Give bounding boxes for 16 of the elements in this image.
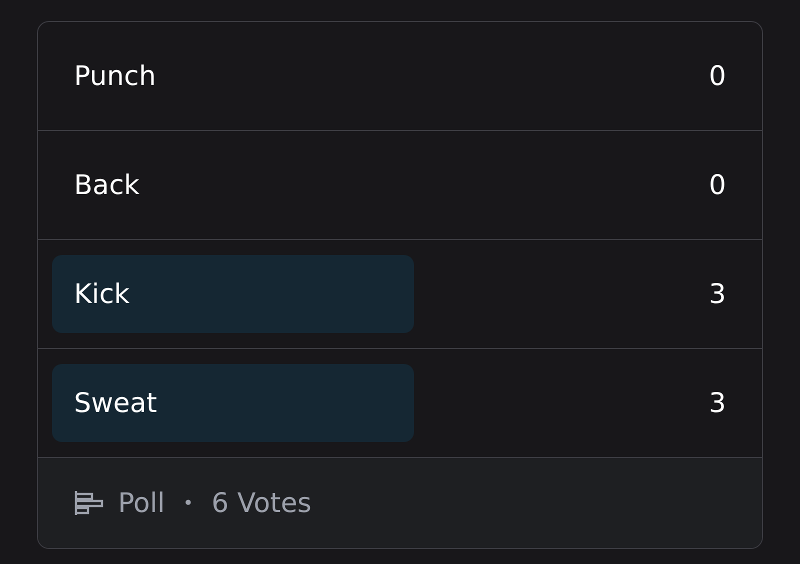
vote-count: 0: [708, 60, 726, 92]
separator: •: [182, 492, 194, 514]
vote-count: 3: [708, 388, 726, 418]
poll-type: Poll: [118, 488, 165, 518]
poll-option[interactable]: Kick 3: [38, 240, 762, 349]
vote-count: 0: [708, 170, 726, 200]
vote-count: 3: [708, 278, 726, 310]
poll-option[interactable]: Sweat 3: [38, 349, 762, 458]
poll-icon: [74, 490, 104, 516]
vote-total: 6 Votes: [211, 488, 312, 518]
poll-option[interactable]: Punch 0: [38, 22, 762, 131]
poll-option[interactable]: Back 0: [38, 131, 762, 240]
option-label: Kick: [74, 278, 130, 310]
option-label: Punch: [74, 60, 156, 92]
option-label: Back: [74, 170, 140, 200]
option-label: Sweat: [74, 388, 157, 418]
